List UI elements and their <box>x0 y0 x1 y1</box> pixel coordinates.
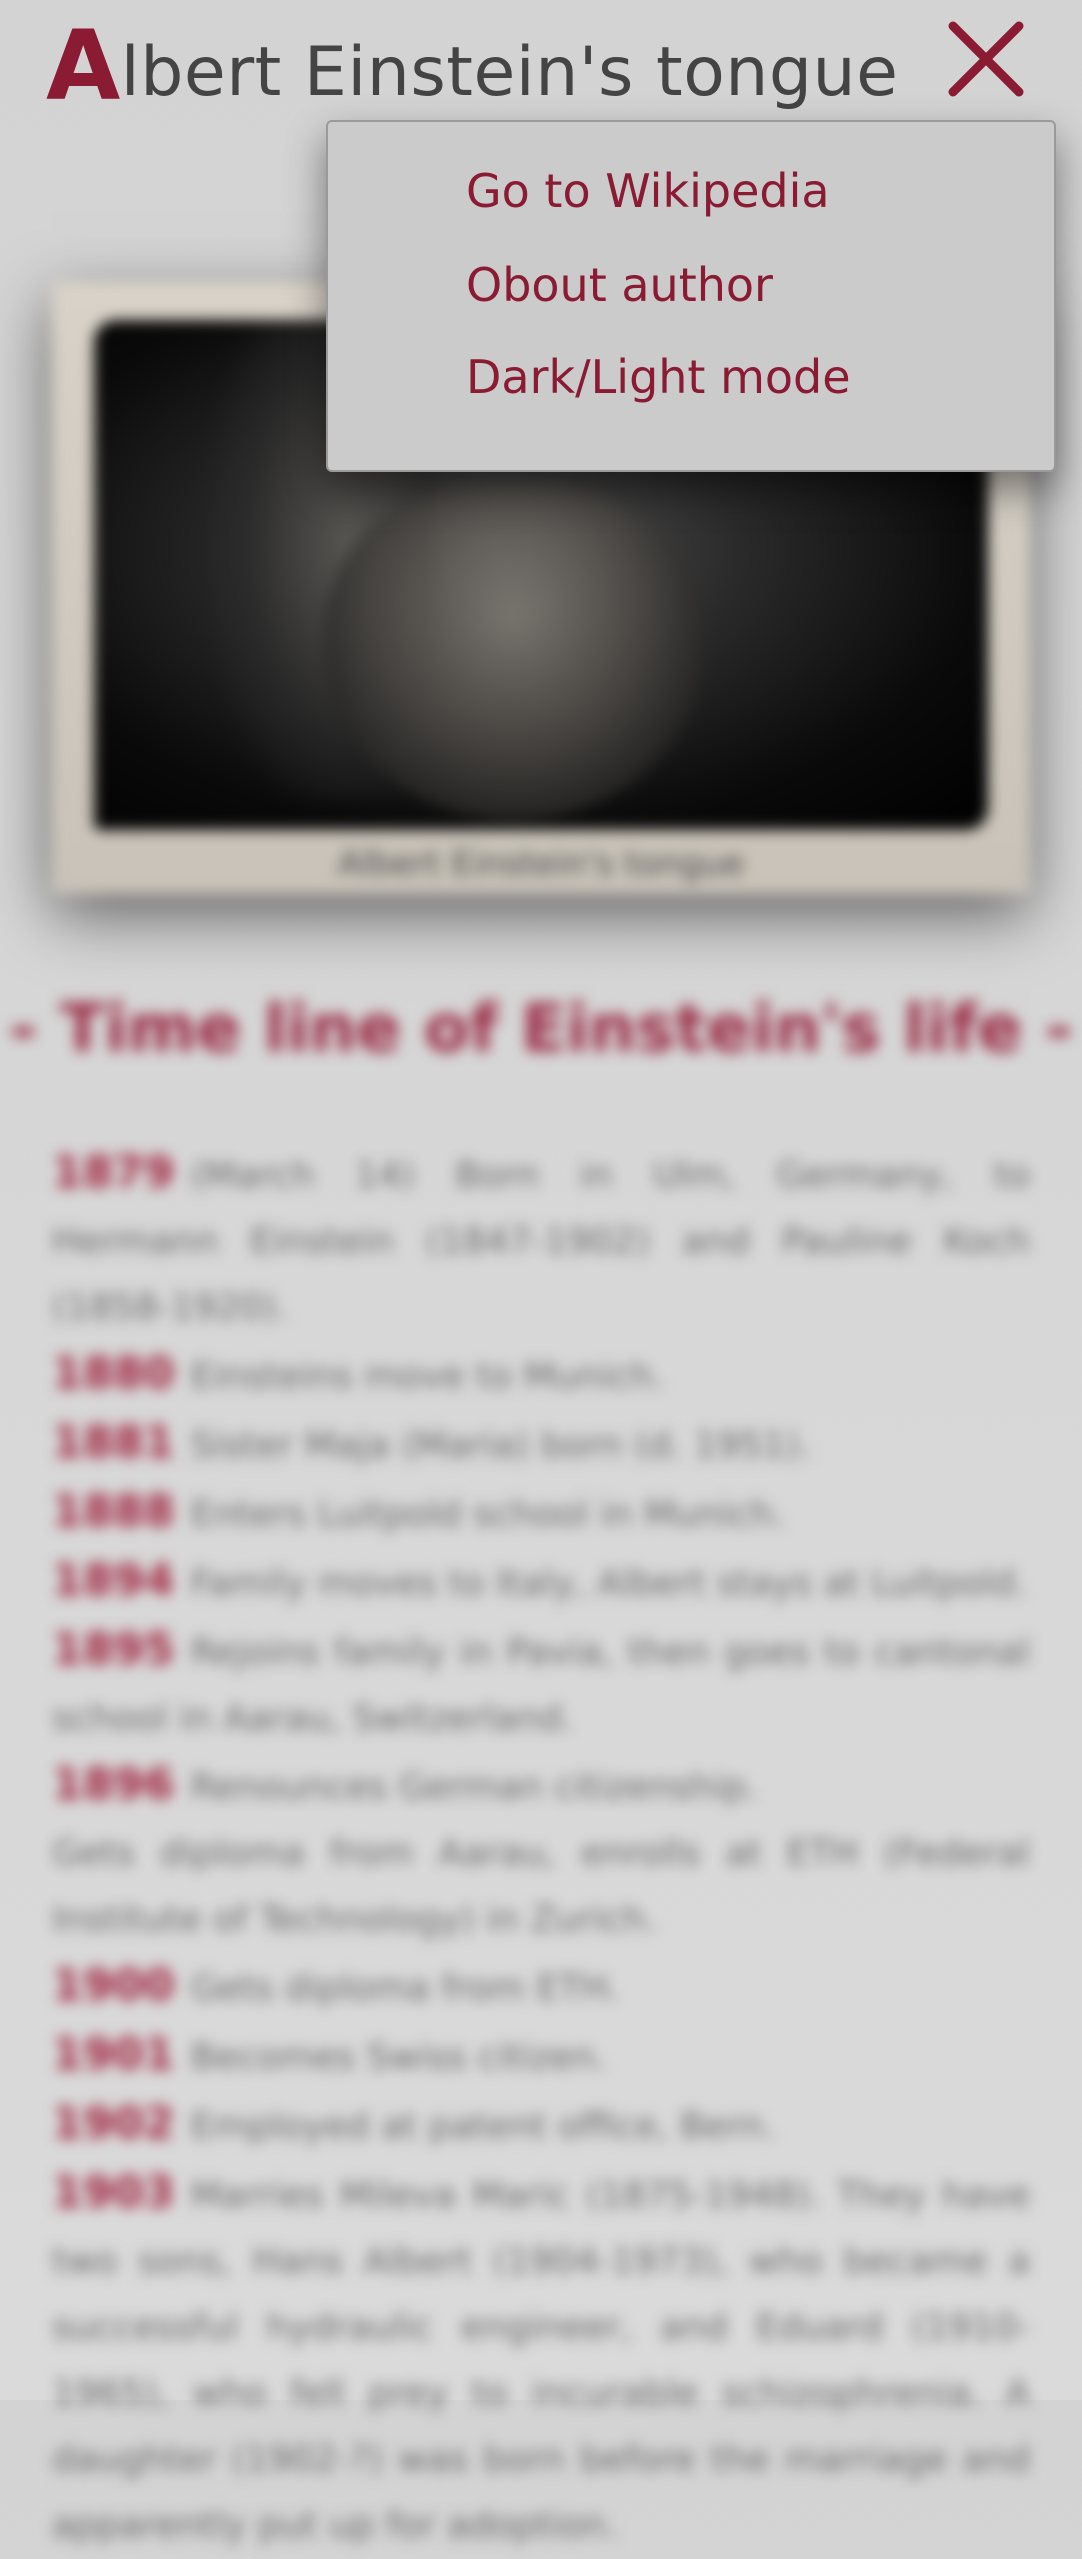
timeline-year: 1895 <box>52 1624 175 1675</box>
timeline-entry: Gets diploma from Aarau, enrolls at ETH … <box>52 1821 1030 1953</box>
timeline-text: Family moves to Italy, Albert stays at L… <box>190 1563 1027 1604</box>
timeline-year: 1902 <box>52 2098 175 2149</box>
options-menu: Go to Wikipedia Obout author Dark/Light … <box>326 120 1056 472</box>
timeline-year: 1894 <box>52 1555 175 1606</box>
timeline-text: Einsteins move to Munich. <box>190 1356 665 1397</box>
timeline-heading: - Time line of Einstein's life - <box>9 990 1073 1067</box>
timeline-entry: 1881 Sister Maja (Maria) born (d. 1951). <box>52 1410 1030 1479</box>
timeline-text: Marries Mileva Maric (1875-1948). They h… <box>52 2175 1030 2546</box>
timeline-entry: 1894 Family moves to Italy, Albert stays … <box>52 1548 1030 1617</box>
menu-item-wikipedia[interactable]: Go to Wikipedia <box>466 164 830 218</box>
close-button[interactable] <box>945 18 1027 100</box>
timeline-text: (March 14) Born in Ulm, Germany, to Herm… <box>52 1155 1030 1328</box>
timeline-entry: 1880 Einsteins move to Munich. <box>52 1341 1030 1410</box>
timeline-text: Employed at patent office, Bern. <box>190 2106 776 2147</box>
timeline-entry: 1888 Enters Luitpold school in Munich. <box>52 1479 1030 1548</box>
timeline-entry: 1901 Becomes Swiss citizen. <box>52 2022 1030 2091</box>
timeline-text: Rejoins family in Pavia, then goes to ca… <box>52 1632 1030 1739</box>
timeline-year: 1903 <box>52 2167 175 2218</box>
photo-caption: Albert Einstein's tongue <box>337 844 745 884</box>
timeline-entry: 1900 Gets diploma from ETH. <box>52 1953 1030 2022</box>
timeline-year: 1901 <box>52 2029 175 2080</box>
timeline-list: 1879 (March 14) Born in Ulm, Germany, to … <box>52 1140 1030 2559</box>
timeline-text: Becomes Swiss citizen. <box>190 2037 608 2078</box>
timeline-year: 1881 <box>52 1417 175 1468</box>
timeline-text: Gets diploma from Aarau, enrolls at ETH … <box>52 1833 1030 1940</box>
timeline-year: 1879 <box>52 1147 175 1198</box>
timeline-text: Renounces German citizenship. <box>190 1767 758 1808</box>
title-text: lbert Einstein's tongue <box>120 33 899 112</box>
timeline-text: Enters Luitpold school in Munich. <box>190 1494 785 1535</box>
timeline-year: 1888 <box>52 1486 175 1537</box>
timeline-year: 1880 <box>52 1348 175 1399</box>
timeline-entry: 1903 Marries Mileva Maric (1875-1948). Th… <box>52 2160 1030 2559</box>
page-title: Albert Einstein's tongue <box>46 10 899 122</box>
close-icon <box>948 21 1024 97</box>
timeline-entry: 1895 Rejoins family in Pavia, then goes t… <box>52 1617 1030 1752</box>
timeline-text: Sister Maja (Maria) born (d. 1951). <box>190 1425 811 1466</box>
menu-item-about-author[interactable]: Obout author <box>466 258 773 312</box>
title-initial: A <box>46 10 121 122</box>
timeline-entry: 1902 Employed at patent office, Bern. <box>52 2091 1030 2160</box>
timeline-text: Gets diploma from ETH. <box>190 1968 619 2009</box>
timeline-entry: 1896 Renounces German citizenship. <box>52 1752 1030 1821</box>
app-header: Albert Einstein's tongue <box>0 0 1082 130</box>
timeline-entry: 1879 (March 14) Born in Ulm, Germany, to … <box>52 1140 1030 1341</box>
timeline-year: 1896 <box>52 1759 175 1810</box>
timeline-year: 1900 <box>52 1960 175 2011</box>
menu-item-dark-light-mode[interactable]: Dark/Light mode <box>466 350 851 404</box>
